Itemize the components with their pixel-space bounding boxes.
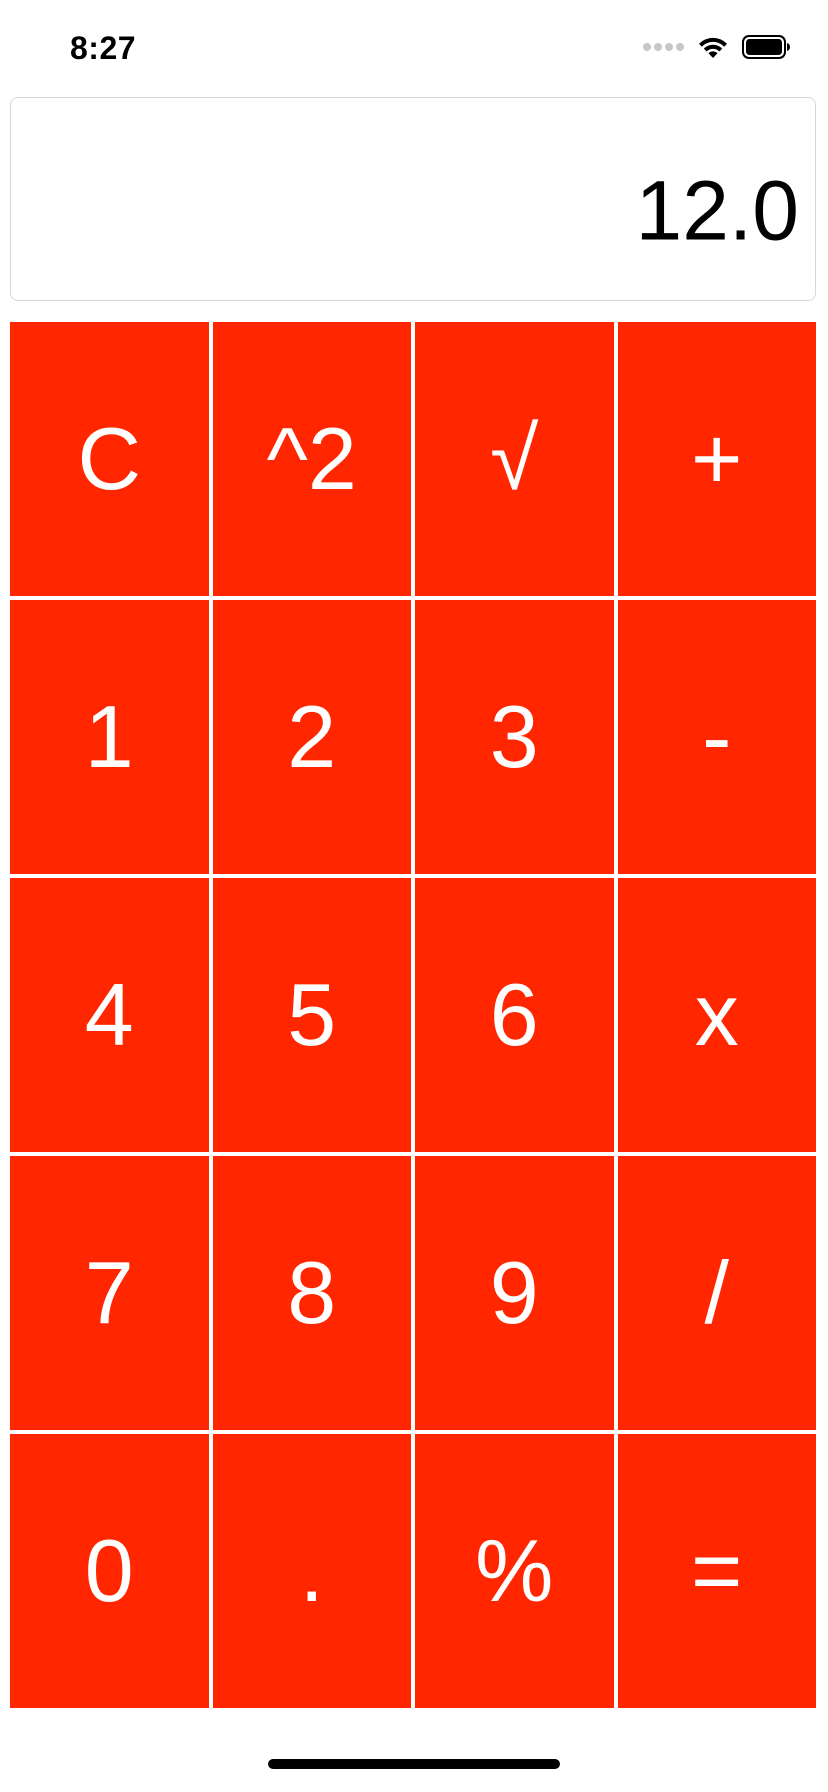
clear-button[interactable]: C xyxy=(10,322,209,596)
divide-button[interactable]: / xyxy=(617,1156,816,1430)
key-label: 3 xyxy=(489,687,539,786)
key-label: 5 xyxy=(287,965,337,1064)
digit-5-button[interactable]: 5 xyxy=(212,878,411,1152)
multiply-button[interactable]: x xyxy=(617,878,816,1152)
status-bar: 8:27 xyxy=(0,0,828,96)
battery-icon xyxy=(742,35,790,59)
key-label: 2 xyxy=(287,687,337,786)
digit-4-button[interactable]: 4 xyxy=(10,878,209,1152)
result-display: 12.0 xyxy=(10,97,816,301)
key-label: ^2 xyxy=(266,409,357,508)
key-label: % xyxy=(475,1521,554,1620)
digit-0-button[interactable]: 0 xyxy=(10,1434,209,1708)
equals-button[interactable]: = xyxy=(617,1434,816,1708)
signal-dots-icon xyxy=(643,43,684,51)
key-label: / xyxy=(704,1243,729,1342)
key-label: x xyxy=(694,965,739,1064)
key-label: 7 xyxy=(84,1243,134,1342)
key-label: C xyxy=(77,409,142,508)
wifi-icon xyxy=(699,37,727,58)
key-label: - xyxy=(702,687,732,786)
display-value: 12.0 xyxy=(635,163,800,258)
decimal-point-button[interactable]: . xyxy=(212,1434,411,1708)
key-label: 0 xyxy=(84,1521,134,1620)
digit-2-button[interactable]: 2 xyxy=(212,600,411,874)
key-label: 6 xyxy=(489,965,539,1064)
digit-8-button[interactable]: 8 xyxy=(212,1156,411,1430)
key-label: = xyxy=(691,1521,743,1620)
key-label: 4 xyxy=(84,965,134,1064)
key-label: + xyxy=(691,409,743,508)
key-label: . xyxy=(299,1521,324,1620)
digit-3-button[interactable]: 3 xyxy=(415,600,614,874)
status-time: 8:27 xyxy=(70,30,137,66)
digit-1-button[interactable]: 1 xyxy=(10,600,209,874)
key-label: 1 xyxy=(84,687,134,786)
key-label: √ xyxy=(490,409,539,508)
digit-9-button[interactable]: 9 xyxy=(415,1156,614,1430)
square-root-button[interactable]: √ xyxy=(415,322,614,596)
keypad: C ^2 √ + 1 2 3 - 4 5 6 x 7 8 9 / 0 . % = xyxy=(10,322,816,1708)
key-label: 8 xyxy=(287,1243,337,1342)
status-icons xyxy=(643,34,792,60)
add-button[interactable]: + xyxy=(617,322,816,596)
square-button[interactable]: ^2 xyxy=(212,322,411,596)
percent-button[interactable]: % xyxy=(415,1434,614,1708)
digit-6-button[interactable]: 6 xyxy=(415,878,614,1152)
key-label: 9 xyxy=(489,1243,539,1342)
digit-7-button[interactable]: 7 xyxy=(10,1156,209,1430)
subtract-button[interactable]: - xyxy=(617,600,816,874)
home-indicator[interactable] xyxy=(268,1759,560,1769)
